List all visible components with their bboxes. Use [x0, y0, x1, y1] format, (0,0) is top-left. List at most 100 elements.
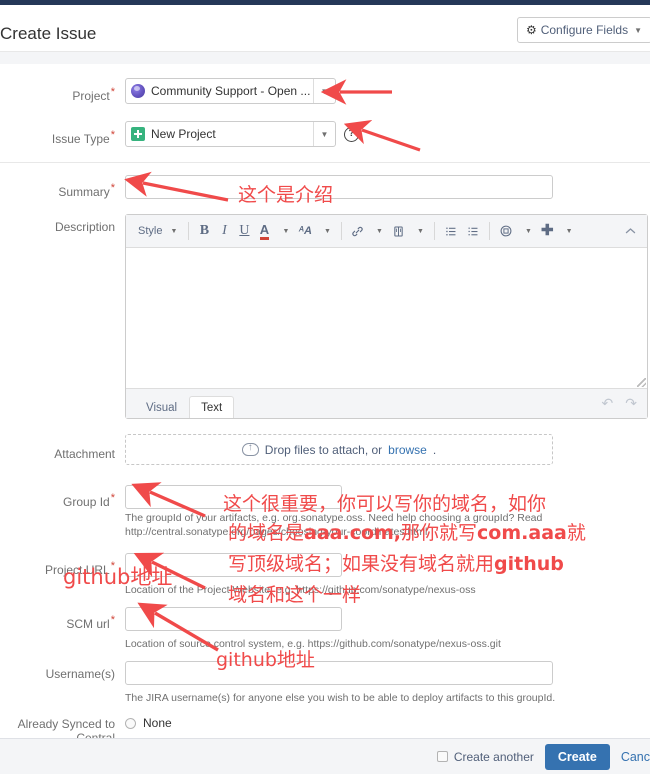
cancel-link[interactable]: Canc — [621, 750, 650, 764]
chevron-down-icon: ▼ — [170, 227, 178, 235]
group-id-input-wrapper — [125, 485, 342, 509]
plus-dropdown[interactable]: ▼ — [558, 219, 578, 243]
section-divider — [0, 162, 650, 163]
scm-url-help: Location of source control system, e.g. … — [125, 638, 501, 650]
bullet-list-icon[interactable] — [462, 219, 484, 243]
create-issue-dialog: Create Issue ⚙ Configure Fields ▼ Projec… — [0, 0, 650, 774]
summary-label: Summary* — [58, 182, 115, 199]
insert-dropdown[interactable]: ▼ — [517, 219, 537, 243]
group-id-label: Group Id* — [63, 492, 115, 509]
scm-url-input-wrapper — [125, 607, 342, 631]
chevron-down-icon[interactable]: ▼ — [313, 79, 335, 103]
summary-input[interactable] — [125, 175, 553, 199]
scm-url-input[interactable] — [125, 607, 342, 631]
attachment-label: Attachment — [54, 447, 115, 461]
already-synced-label: Already Synced to Central — [17, 717, 115, 738]
project-url-help: Location of the Project Website, e.g. ht… — [125, 584, 476, 596]
text-color-icon[interactable]: A — [254, 219, 274, 243]
attachment-dropdown[interactable]: ▼ — [409, 219, 429, 243]
text-effects-dropdown[interactable]: ▼ — [316, 219, 336, 243]
toolbar-separator — [340, 222, 342, 240]
form-body: Project* Community Support - Open ... ▼ … — [0, 64, 650, 738]
usernames-help: The JIRA username(s) for anyone else you… — [125, 692, 556, 704]
link-dropdown[interactable]: ▼ — [368, 219, 388, 243]
bold-icon[interactable]: B — [194, 219, 214, 243]
question-mark-icon[interactable]: ? — [344, 126, 359, 142]
attachment-drop-text: Drop files to attach, or — [264, 442, 383, 457]
required-marker: * — [110, 614, 115, 626]
numbered-list-icon[interactable] — [440, 219, 462, 243]
already-synced-option-none[interactable]: None — [125, 716, 172, 730]
summary-input-wrapper — [125, 175, 553, 199]
page-title: Create Issue — [0, 24, 97, 43]
editor-toolbar: Style ▼ B I U A ▼ ᴬA ▼ ▼ ▼ ▼ ✚ ▼ — [126, 215, 647, 248]
project-select-wrapper[interactable]: Community Support - Open ... ▼ — [125, 78, 336, 104]
project-url-label: Project URL* — [45, 560, 115, 577]
scm-url-label: SCM url* — [66, 614, 115, 631]
configure-fields-label: Configure Fields — [540, 23, 629, 37]
collapse-toolbar-icon[interactable] — [620, 219, 641, 243]
project-label: Project* — [72, 86, 115, 103]
required-marker: * — [110, 182, 115, 194]
tab-visual[interactable]: Visual — [134, 396, 189, 418]
project-select-value: Community Support - Open ... — [151, 84, 311, 98]
required-marker: * — [110, 86, 115, 98]
required-marker: * — [110, 492, 115, 504]
group-id-help-line2: http://central.sonatype.org/pages/choosi… — [125, 526, 428, 538]
upload-cloud-icon — [241, 441, 259, 456]
editor-footer: Visual Text ↶ ↷ — [126, 388, 647, 418]
radio-button[interactable] — [125, 717, 136, 729]
usernames-label: Username(s) — [45, 667, 115, 681]
text-color-dropdown[interactable]: ▼ — [274, 219, 294, 243]
underline-icon[interactable]: U — [234, 219, 254, 243]
create-another-checkbox-wrapper[interactable]: Create another — [436, 749, 534, 764]
project-select[interactable]: Community Support - Open ... ▼ — [125, 78, 336, 104]
chevron-down-icon: ▼ — [634, 25, 642, 35]
text-effects-icon[interactable]: ᴬA — [294, 219, 316, 243]
new-project-icon — [131, 127, 145, 141]
required-marker: * — [110, 129, 115, 141]
insert-icon[interactable] — [495, 219, 517, 243]
toolbar-separator — [488, 222, 490, 240]
project-url-input[interactable] — [125, 553, 342, 577]
style-dropdown[interactable]: Style ▼ — [132, 219, 183, 243]
description-textarea[interactable] — [126, 248, 647, 388]
redo-icon[interactable]: ↷ — [625, 395, 637, 412]
create-button[interactable]: Create — [544, 743, 610, 770]
chevron-down-icon[interactable]: ▼ — [313, 122, 335, 146]
usernames-input[interactable] — [125, 661, 553, 685]
browse-suffix: . — [432, 442, 437, 457]
undo-icon[interactable]: ↶ — [602, 395, 614, 412]
link-icon[interactable] — [347, 219, 368, 243]
tab-text[interactable]: Text — [189, 396, 235, 418]
attachment-icon[interactable] — [388, 219, 409, 243]
attachment-dropzone[interactable]: Drop files to attach, or browse. — [125, 434, 553, 465]
create-another-label: Create another — [453, 749, 534, 764]
issue-type-label: Issue Type* — [51, 129, 115, 146]
plus-icon[interactable]: ✚ — [537, 219, 558, 243]
project-avatar-icon — [131, 84, 145, 98]
gear-icon: ⚙ — [525, 23, 537, 37]
issue-type-select-value: New Project — [151, 127, 216, 141]
header-band — [0, 52, 650, 64]
usernames-input-wrapper — [125, 661, 553, 685]
italic-icon[interactable]: I — [214, 219, 234, 243]
radio-label-none: None — [143, 716, 172, 730]
dialog-header: Create Issue ⚙ Configure Fields ▼ — [0, 5, 650, 52]
create-another-checkbox[interactable] — [436, 751, 448, 762]
toolbar-separator — [188, 222, 190, 240]
group-id-input[interactable] — [125, 485, 342, 509]
resize-handle[interactable] — [637, 378, 646, 387]
toolbar-separator — [433, 222, 435, 240]
issue-type-select[interactable]: New Project ▼ — [125, 121, 336, 147]
description-editor: Style ▼ B I U A ▼ ᴬA ▼ ▼ ▼ ▼ ✚ ▼ Visual … — [125, 214, 648, 419]
group-id-help-line1: The groupId of your artifacts, e.g. org.… — [125, 512, 543, 524]
undo-redo-group: ↶ ↷ — [602, 395, 637, 412]
browse-link[interactable]: browse — [388, 443, 427, 457]
issue-type-select-wrapper[interactable]: New Project ▼ ? — [125, 121, 359, 147]
required-marker: * — [110, 560, 115, 572]
project-url-input-wrapper — [125, 553, 342, 577]
configure-fields-button[interactable]: ⚙ Configure Fields ▼ — [516, 17, 650, 43]
description-label: Description — [54, 220, 115, 234]
dialog-footer: Create another Create Canc — [0, 738, 650, 774]
